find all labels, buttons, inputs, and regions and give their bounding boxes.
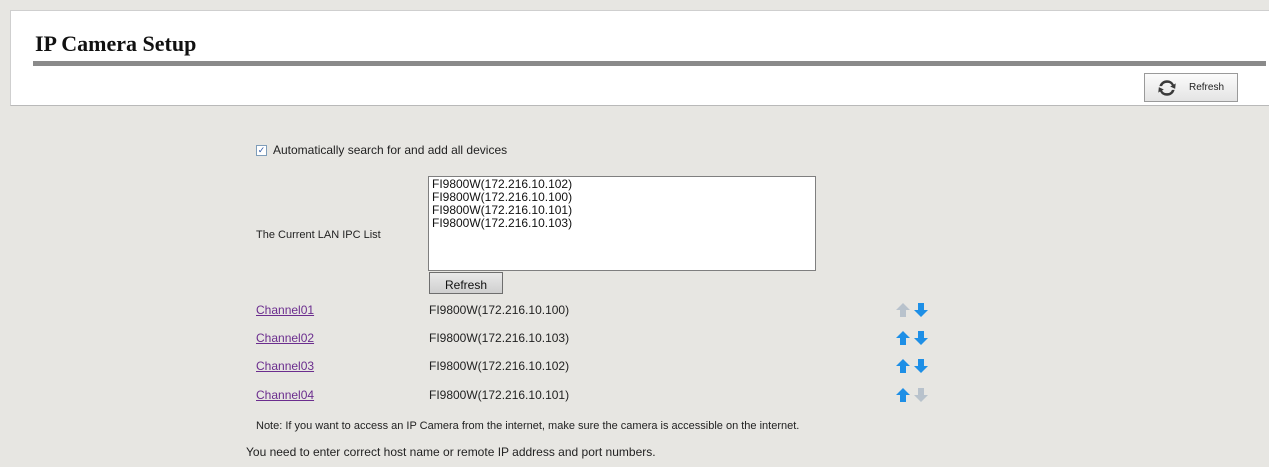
arrow-up-icon[interactable] [894,386,912,404]
arrow-down-icon[interactable] [912,386,930,404]
reorder-arrows [894,301,930,319]
channel-row: Channel03 FI9800W(172.216.10.102) [0,359,1269,375]
auto-search-checkbox[interactable]: ✓ [256,144,267,156]
channel-device: FI9800W(172.216.10.102) [429,359,570,373]
channel-row: Channel02 FI9800W(172.216.10.103) [0,331,1269,347]
arrow-up-icon[interactable] [894,357,912,375]
arrow-down-icon[interactable] [912,329,930,347]
channel-device: FI9800W(172.216.10.101) [429,388,570,402]
channel-link[interactable]: Channel03 [256,359,314,373]
ipc-list-label: The Current LAN IPC List [256,229,381,241]
channel-link[interactable]: Channel01 [256,303,314,317]
reorder-arrows [894,329,930,347]
channel-device: FI9800W(172.216.10.100) [429,303,570,317]
channel-row: Channel04 FI9800W(172.216.10.101) [0,388,1269,404]
ip-camera-setup-page: IP Camera Setup Refresh ✓ Automatically … [0,0,1269,467]
top-refresh-label: Refresh [1189,82,1225,93]
arrow-down-icon[interactable] [912,357,930,375]
list-item[interactable]: FI9800W(172.216.10.103) [432,217,815,230]
internet-access-note: Note: If you want to access an IP Camera… [256,420,800,432]
auto-search-label: Automatically search for and add all dev… [273,143,508,157]
arrow-down-icon[interactable] [912,301,930,319]
title-divider [33,61,1266,66]
auto-search-row: ✓ Automatically search for and add all d… [256,143,507,157]
channel-link[interactable]: Channel04 [256,388,314,402]
top-refresh-button[interactable]: Refresh [1144,73,1238,102]
channel-link[interactable]: Channel02 [256,331,314,345]
channel-device: FI9800W(172.216.10.103) [429,331,570,345]
channel-row: Channel01 FI9800W(172.216.10.100) [0,303,1269,319]
reorder-arrows [894,386,930,404]
ipc-listbox[interactable]: FI9800W(172.216.10.102) FI9800W(172.216.… [428,176,816,271]
refresh-icon [1158,79,1176,96]
reorder-arrows [894,357,930,375]
header-panel: IP Camera Setup Refresh [10,10,1269,106]
page-title: IP Camera Setup [35,31,197,56]
checkmark-icon: ✓ [257,144,266,155]
arrow-up-icon[interactable] [894,329,912,347]
list-refresh-button[interactable]: Refresh [429,272,503,294]
host-port-note: You need to enter correct host name or r… [246,445,656,459]
arrow-up-icon[interactable] [894,301,912,319]
